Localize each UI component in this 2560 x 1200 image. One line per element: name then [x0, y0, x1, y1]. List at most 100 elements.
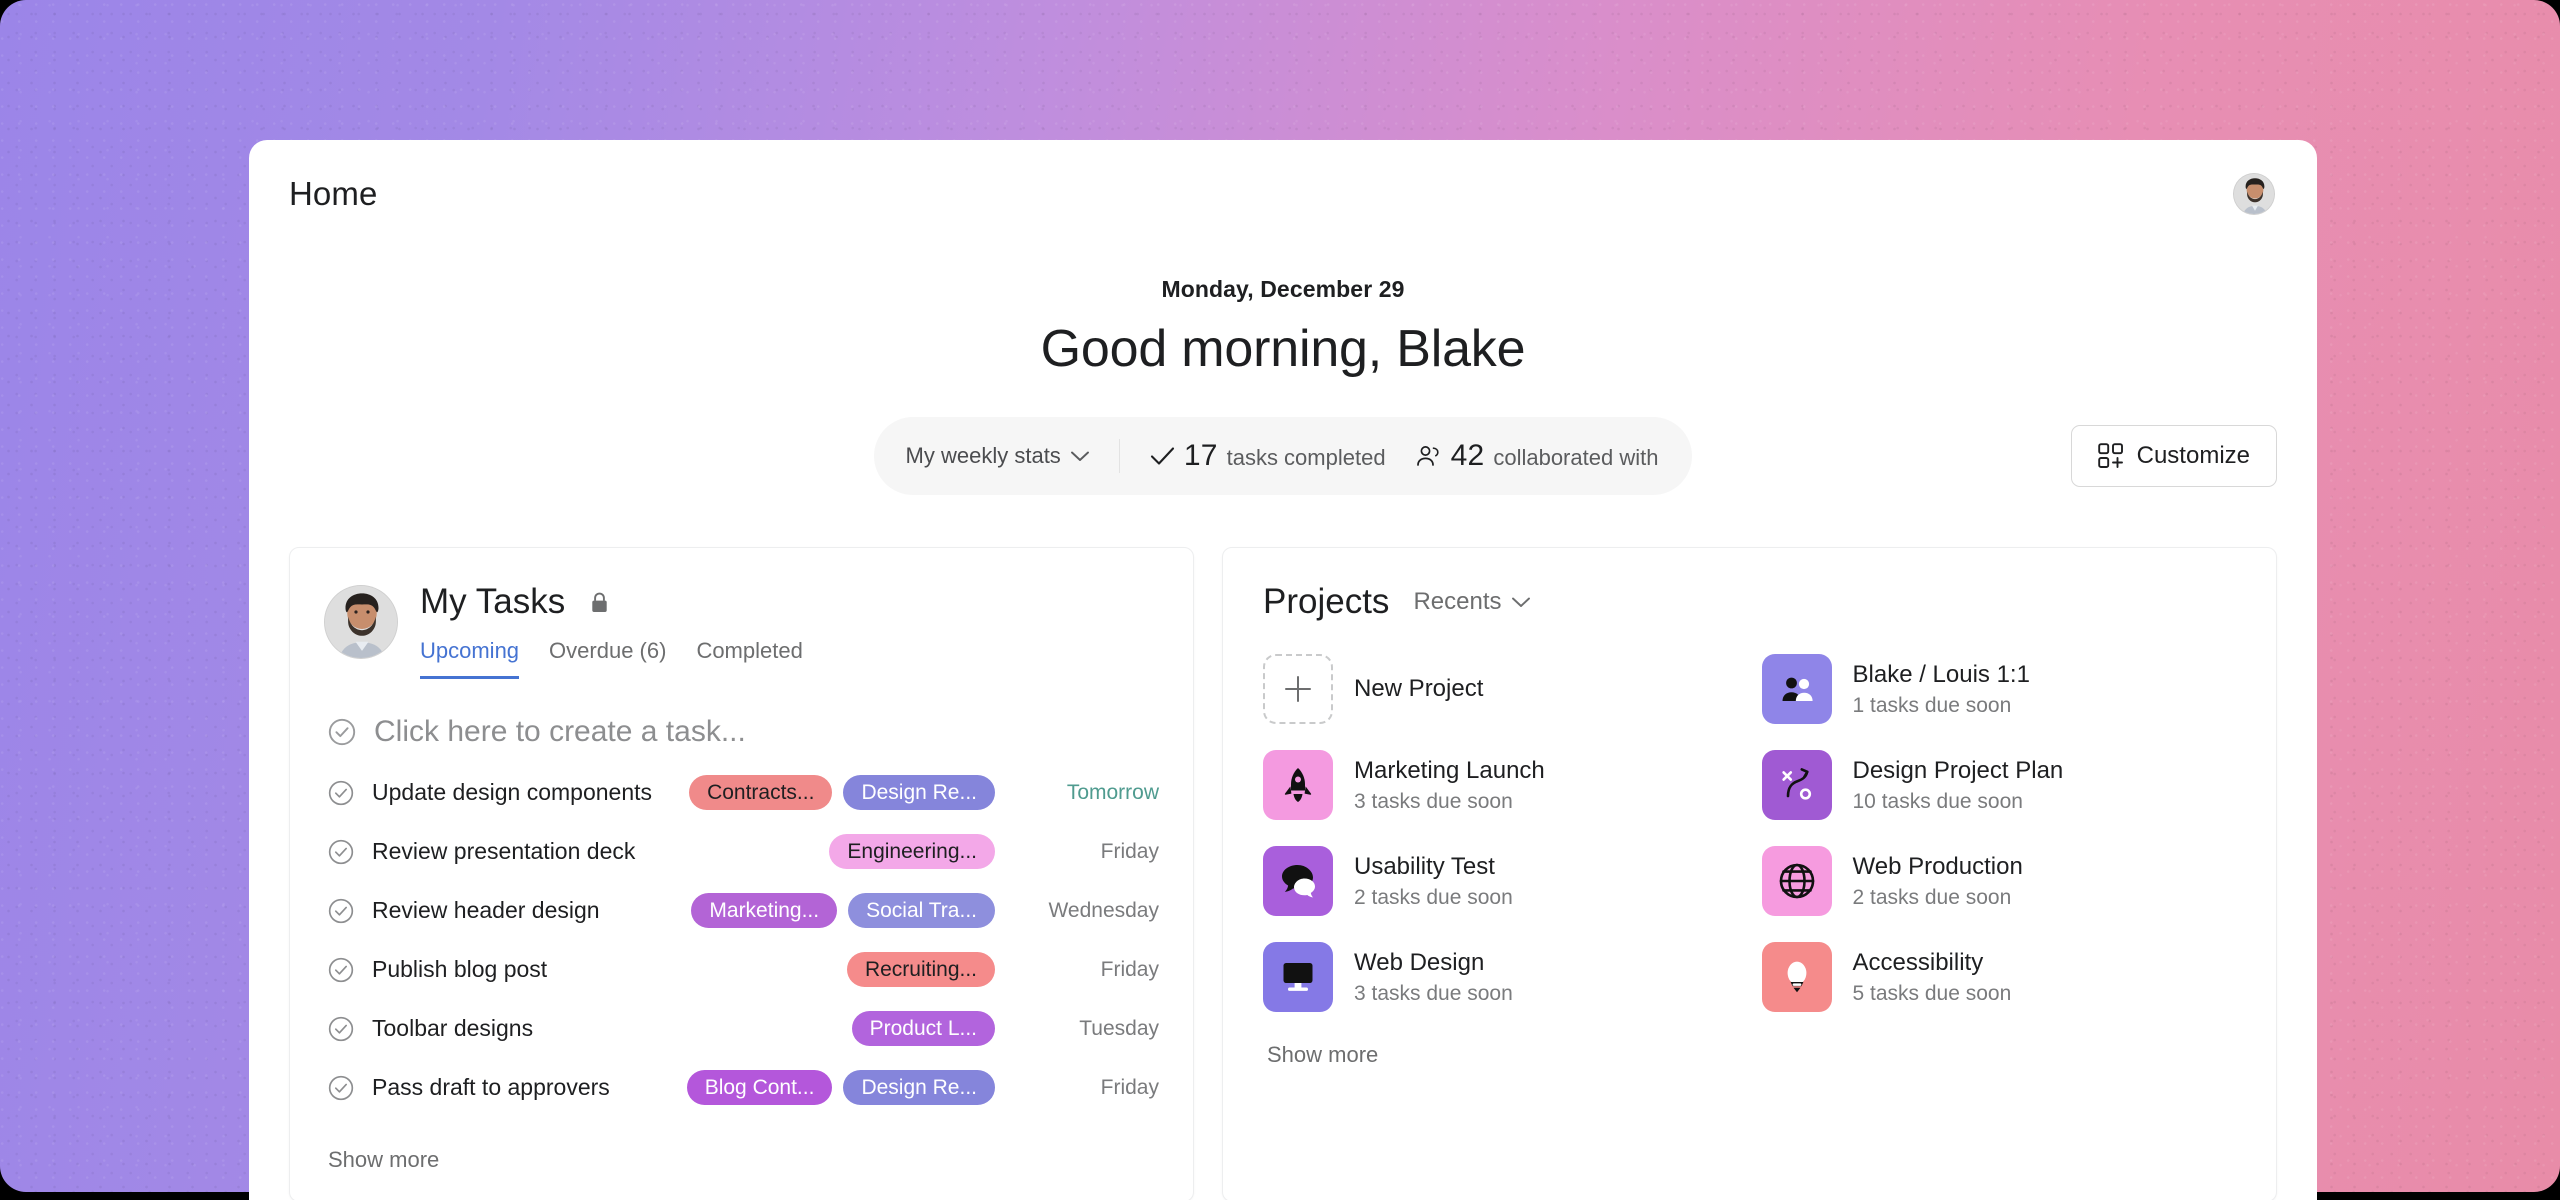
flow-chart-icon [1762, 750, 1832, 820]
chevron-down-icon [1071, 451, 1089, 462]
task-complete-icon[interactable] [328, 898, 354, 924]
tab-completed[interactable]: Completed [696, 638, 802, 679]
project-text: Web Design3 tasks due soon [1354, 949, 1513, 1006]
project-due-count: 10 tasks due soon [1853, 790, 2064, 814]
weekly-stats-label: My weekly stats [906, 443, 1061, 469]
new-project-label: New Project [1354, 675, 1483, 703]
task-due-date[interactable]: Wednesday [1011, 899, 1159, 923]
project-item[interactable]: Usability Test2 tasks due soon [1263, 846, 1742, 916]
task-row[interactable]: Update design components Contracts... Desi… [324, 763, 1159, 822]
top-bar: Home [249, 140, 2317, 248]
task-tags: Product L... [852, 1011, 995, 1046]
project-item[interactable]: Web Production2 tasks due soon [1762, 846, 2241, 916]
task-tag[interactable]: Product L... [852, 1011, 995, 1046]
task-tags: Recruiting... [847, 952, 995, 987]
task-tag[interactable]: Design Re... [843, 1070, 995, 1105]
collaborated-label: collaborated with [1493, 445, 1658, 471]
task-tag[interactable]: Blog Cont... [687, 1070, 833, 1105]
projects-sort-selector[interactable]: Recents [1413, 588, 1530, 616]
check-icon [1150, 446, 1175, 466]
project-due-count: 3 tasks due soon [1354, 790, 1545, 814]
task-due-date[interactable]: Tuesday [1011, 1017, 1159, 1041]
project-name: Design Project Plan [1853, 757, 2064, 785]
lock-icon [591, 592, 608, 613]
task-tag[interactable]: Social Tra... [848, 893, 995, 928]
task-complete-icon[interactable] [328, 839, 354, 865]
task-tags: Contracts... Design Re... [689, 775, 995, 810]
project-name: Accessibility [1853, 949, 2012, 977]
lightbulb-icon [1762, 942, 1832, 1012]
circle-check-icon [328, 718, 356, 746]
project-name: Web Production [1853, 853, 2023, 881]
task-row[interactable]: Review header design Marketing... Social T… [324, 881, 1159, 940]
new-project-button[interactable]: New Project [1263, 654, 1742, 724]
task-tags: Blog Cont... Design Re... [687, 1070, 995, 1105]
monitor-icon [1263, 942, 1333, 1012]
grid-plus-icon [2098, 443, 2124, 469]
task-row[interactable]: Review presentation deckEngineering...Fr… [324, 822, 1159, 881]
task-tag[interactable]: Recruiting... [847, 952, 995, 987]
project-name: Blake / Louis 1:1 [1853, 661, 2030, 689]
current-date: Monday, December 29 [249, 276, 2317, 303]
my-tasks-avatar[interactable] [324, 585, 398, 659]
project-item[interactable]: Web Design3 tasks due soon [1263, 942, 1742, 1012]
task-due-date[interactable]: Friday [1011, 958, 1159, 982]
stats-row: My weekly stats 17 tasks completed [249, 417, 2317, 495]
tasks-completed-label: tasks completed [1227, 445, 1386, 471]
weekly-stats-selector[interactable]: My weekly stats [906, 443, 1119, 469]
project-item[interactable]: Marketing Launch3 tasks due soon [1263, 750, 1742, 820]
task-tag[interactable]: Engineering... [829, 834, 995, 869]
chevron-down-icon [1512, 597, 1530, 608]
task-due-date[interactable]: Tomorrow [1011, 781, 1159, 805]
project-item[interactable]: Blake / Louis 1:1 1 tasks due soon [1762, 654, 2241, 724]
create-task-row[interactable]: Click here to create a task... [324, 715, 1159, 749]
stat-tasks-completed: 17 tasks completed [1120, 439, 1386, 473]
tab-upcoming[interactable]: Upcoming [420, 638, 519, 679]
my-tasks-card: My Tasks Upcoming Overdue (6) Completed [289, 547, 1194, 1200]
task-name: Toolbar designs [372, 1015, 533, 1042]
avatar[interactable] [2233, 173, 2275, 215]
projects-show-more[interactable]: Show more [1263, 1012, 2240, 1068]
task-name: Review header design [372, 897, 600, 924]
task-tag[interactable]: Contracts... [689, 775, 832, 810]
project-item[interactable]: Design Project Plan 10 tasks due soon [1762, 750, 2241, 820]
speech-bubbles-icon [1263, 846, 1333, 916]
task-row[interactable]: Publish blog post Recruiting... Friday [324, 940, 1159, 999]
projects-title: Projects [1263, 582, 1389, 622]
project-item[interactable]: Accessibility 5 tasks due soon [1762, 942, 2241, 1012]
project-text: Accessibility 5 tasks due soon [1853, 949, 2012, 1006]
task-name: Publish blog post [372, 956, 547, 983]
task-complete-icon[interactable] [328, 780, 354, 806]
customize-button[interactable]: Customize [2071, 425, 2277, 487]
projects-header: Projects Recents [1263, 582, 2240, 622]
project-text: Design Project Plan 10 tasks due soon [1853, 757, 2064, 814]
weekly-stats-pill: My weekly stats 17 tasks completed [874, 417, 1693, 495]
page-title: Home [289, 175, 377, 213]
task-due-date[interactable]: Friday [1011, 1076, 1159, 1100]
task-complete-icon[interactable] [328, 957, 354, 983]
tab-overdue[interactable]: Overdue (6) [549, 638, 666, 679]
projects-card: Projects Recents New Project Blake / Lou… [1222, 547, 2277, 1200]
task-tags: Marketing... Social Tra... [691, 893, 995, 928]
task-row[interactable]: Toolbar designs Product L... Tuesday [324, 999, 1159, 1058]
my-tasks-header: My Tasks Upcoming Overdue (6) Completed [324, 582, 1159, 679]
task-tag[interactable]: Marketing... [691, 893, 837, 928]
project-due-count: 1 tasks due soon [1853, 694, 2030, 718]
tasks-show-more[interactable]: Show more [324, 1117, 1159, 1173]
project-text: Marketing Launch3 tasks due soon [1354, 757, 1545, 814]
task-row[interactable]: Pass draft to approversBlog Cont...Desig… [324, 1058, 1159, 1117]
project-due-count: 5 tasks due soon [1853, 982, 2012, 1006]
people-icon [1762, 654, 1832, 724]
create-task-placeholder: Click here to create a task... [374, 715, 746, 749]
projects-sort-label: Recents [1413, 588, 1501, 616]
task-due-date[interactable]: Friday [1011, 840, 1159, 864]
tasks-completed-count: 17 [1184, 439, 1218, 473]
rocket-icon [1263, 750, 1333, 820]
task-complete-icon[interactable] [328, 1075, 354, 1101]
task-complete-icon[interactable] [328, 1016, 354, 1042]
task-name: Update design components [372, 779, 652, 806]
project-due-count: 3 tasks due soon [1354, 982, 1513, 1006]
dashboard-cards: My Tasks Upcoming Overdue (6) Completed [249, 495, 2317, 1200]
project-text: Web Production2 tasks due soon [1853, 853, 2023, 910]
task-tag[interactable]: Design Re... [843, 775, 995, 810]
